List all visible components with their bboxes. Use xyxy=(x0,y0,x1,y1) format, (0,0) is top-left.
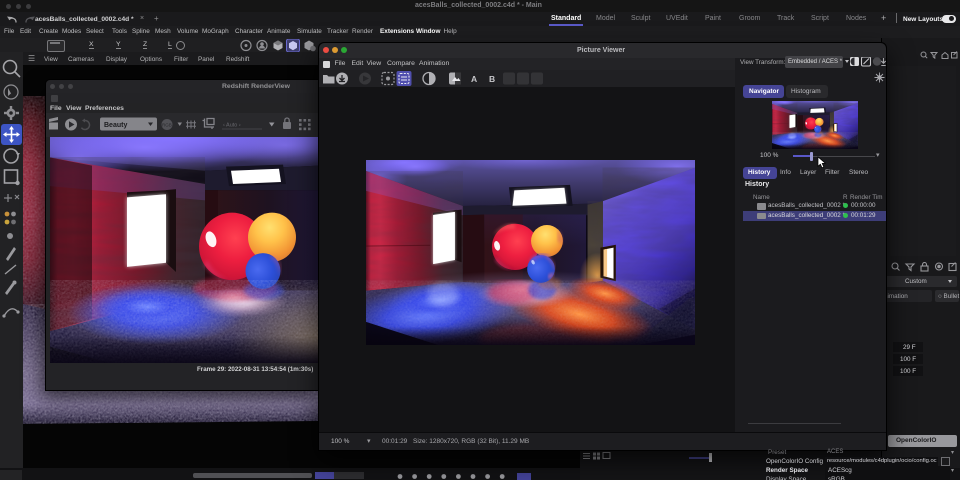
svg-text:A: A xyxy=(471,74,477,84)
svg-text:RGB: RGB xyxy=(162,123,172,128)
svg-text:‹ Auto ›: ‹ Auto › xyxy=(223,123,241,129)
svg-text:B: B xyxy=(489,74,495,84)
svg-text:Beauty: Beauty xyxy=(104,122,127,129)
